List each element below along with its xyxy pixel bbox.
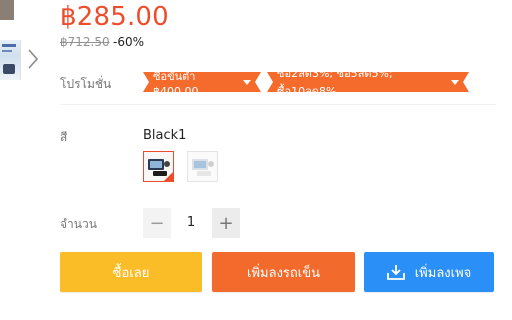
add-to-cart-button[interactable]: เพิ่มลงรถเข็น bbox=[212, 252, 355, 292]
gallery-thumbnail[interactable] bbox=[0, 40, 21, 80]
product-price: ฿285.00 bbox=[60, 2, 169, 32]
product-thumbnail-white bbox=[188, 152, 217, 181]
caret-down-icon bbox=[451, 80, 459, 85]
promo-tag-label: ซื้อ2ลด3%; ซื้อ5ลด5%; ซื้อ10ลด8% bbox=[277, 67, 393, 98]
quantity-increase-button[interactable]: + bbox=[212, 208, 240, 238]
quantity-label: จำนวน bbox=[60, 217, 97, 231]
selected-color-name: Black1 bbox=[143, 128, 187, 143]
color-swatch-white[interactable] bbox=[187, 151, 218, 182]
color-label: สี bbox=[60, 130, 68, 144]
quantity-input[interactable]: 1 bbox=[171, 208, 211, 238]
promo-tag-label: ซื้อขั้นต่ำ ฿400.00 bbox=[153, 69, 199, 98]
add-to-page-label: เพิ่มลงเพจ bbox=[414, 265, 472, 281]
original-price: ฿712.50 bbox=[60, 35, 110, 49]
quantity-decrease-button[interactable]: − bbox=[143, 208, 171, 238]
thumbnail-graphic bbox=[2, 44, 16, 47]
color-swatch-black1[interactable] bbox=[143, 151, 174, 182]
add-to-page-button[interactable]: เพิ่มลงเพจ bbox=[364, 252, 494, 292]
discount-badge: -60% bbox=[113, 35, 145, 49]
chevron-right-icon[interactable] bbox=[26, 48, 40, 70]
thumbnail-graphic bbox=[3, 64, 15, 74]
add-to-cart-label: เพิ่มลงรถเข็น bbox=[247, 265, 320, 281]
gallery-thumbnail-top[interactable] bbox=[0, 0, 14, 20]
divider bbox=[60, 104, 496, 105]
caret-down-icon bbox=[243, 80, 251, 85]
promo-tag-bundle-discount[interactable]: ซื้อ2ลด3%; ซื้อ5ลด5%; ซื้อ10ลด8% bbox=[267, 72, 469, 92]
promo-tag-min-purchase[interactable]: ซื้อขั้นต่ำ ฿400.00 bbox=[143, 72, 261, 92]
buy-now-label: ซื้อเลย bbox=[112, 265, 150, 281]
add-to-page-icon bbox=[386, 264, 405, 280]
buy-now-button[interactable]: ซื้อเลย bbox=[60, 252, 202, 292]
promotion-label: โปรโมชั่น bbox=[60, 77, 112, 91]
thumbnail-graphic bbox=[2, 50, 12, 52]
selected-check-icon bbox=[164, 172, 173, 181]
